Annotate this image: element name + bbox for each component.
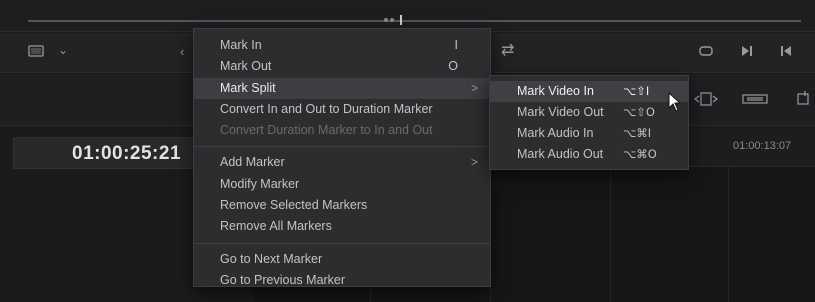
loop-icon[interactable]: ⇄ (501, 43, 514, 59)
submenu-item-mark-video-out[interactable]: Mark Video Out ⌥⇧O (490, 102, 688, 123)
menu-item-shortcut: O (448, 59, 458, 74)
menu-separator (194, 242, 490, 244)
overwrite-icon[interactable] (742, 92, 768, 108)
menu-item-label: Remove Selected Markers (220, 198, 368, 213)
submenu-item-label: Mark Audio Out (517, 147, 604, 161)
mouse-cursor-icon (668, 92, 682, 112)
submenu-item-label: Mark Video Out (517, 105, 604, 119)
playhead-handle[interactable] (395, 15, 407, 25)
trim-icon[interactable] (797, 90, 813, 110)
menu-item-convert-duration-marker-to-in-out: Convert Duration Marker to In and Out (194, 120, 490, 141)
slip-icon[interactable] (693, 91, 719, 109)
skip-end-icon[interactable] (741, 45, 753, 59)
submenu-item-mark-audio-out[interactable]: Mark Audio Out ⌥⌘O (490, 144, 688, 165)
submenu-item-label: Mark Audio In (517, 126, 594, 140)
menu-item-go-to-next-marker[interactable]: Go to Next Marker (194, 249, 490, 270)
chevron-left-icon[interactable]: ‹ (180, 45, 184, 58)
menu-item-label: Go to Previous Marker (220, 272, 346, 287)
menu-item-convert-in-out-to-duration-marker[interactable]: Convert In and Out to Duration Marker (194, 99, 490, 120)
submenu-item-shortcut: ⌥⌘I (623, 126, 652, 140)
menu-item-label: Mark Split (220, 80, 276, 95)
ruler-timecode-label: 01:00:13:07 (733, 140, 792, 152)
menu-item-label: Remove All Markers (220, 219, 332, 234)
film-frame-icon[interactable] (28, 45, 44, 59)
menu-item-label: Modify Marker (220, 176, 300, 191)
menu-item-mark-out[interactable]: Mark Out O (194, 56, 490, 77)
menu-separator (194, 146, 490, 148)
submenu-item-mark-audio-in[interactable]: Mark Audio In ⌥⌘I (490, 123, 688, 144)
mark-split-submenu: Mark Video In ⌥⇧I Mark Video Out ⌥⇧O Mar… (489, 75, 689, 170)
menu-item-modify-marker[interactable]: Modify Marker (194, 174, 490, 195)
scrubber-track[interactable] (28, 20, 801, 22)
scrubber-dot (384, 18, 388, 22)
menu-item-go-to-previous-marker[interactable]: Go to Previous Marker (194, 270, 490, 291)
menu-item-label: Go to Next Marker (220, 251, 323, 266)
menu-item-shortcut: I (454, 38, 458, 52)
submenu-item-mark-video-in[interactable]: Mark Video In ⌥⇧I (490, 81, 688, 102)
submenu-arrow-icon: > (470, 155, 478, 170)
submenu-item-label: Mark Video In (517, 84, 594, 98)
menu-item-label: Convert In and Out to Duration Marker (220, 101, 433, 116)
submenu-item-shortcut: ⌥⇧I (623, 84, 650, 98)
menu-item-mark-split[interactable]: Mark Split > (194, 77, 490, 99)
timecode-display[interactable]: 01:00:25:21 (13, 137, 196, 169)
chevron-down-icon[interactable]: ⌄ (58, 44, 68, 56)
submenu-item-shortcut: ⌥⌘O (623, 147, 657, 161)
menu-item-add-marker[interactable]: Add Marker > (194, 152, 490, 173)
scrubber-dot (390, 18, 394, 22)
menu-item-label: Convert Duration Marker to In and Out (220, 123, 433, 138)
loop-range-icon[interactable] (698, 45, 714, 59)
menu-item-label: Mark Out (220, 59, 272, 74)
menu-item-remove-all-markers[interactable]: Remove All Markers (194, 216, 490, 237)
menu-item-label: Mark In (220, 38, 262, 52)
skip-start-icon[interactable] (780, 45, 792, 59)
context-menu: Mark In I Mark Out O Mark Split > Conver… (193, 28, 491, 287)
submenu-arrow-icon: > (470, 80, 478, 95)
submenu-item-shortcut: ⌥⇧O (623, 105, 655, 119)
menu-item-mark-in[interactable]: Mark In I (194, 35, 490, 56)
menu-item-remove-selected-markers[interactable]: Remove Selected Markers (194, 195, 490, 216)
menu-item-label: Add Marker (220, 155, 285, 170)
